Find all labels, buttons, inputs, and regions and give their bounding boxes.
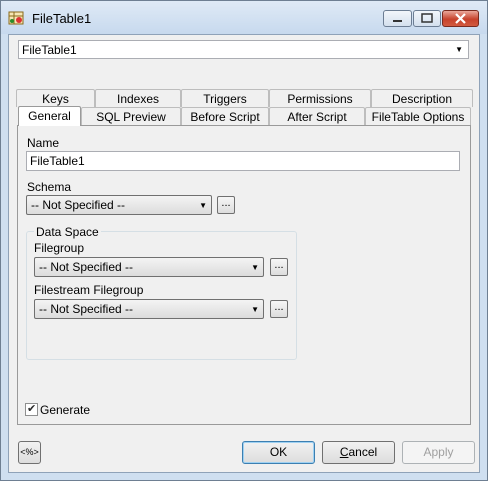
filestream-filegroup-dropdown-value: -- Not Specified -- xyxy=(39,302,134,316)
tab-label: General xyxy=(28,109,71,123)
window-title: FileTable1 xyxy=(32,11,92,26)
tab-before-script[interactable]: Before Script xyxy=(181,107,269,125)
apply-label: Apply xyxy=(423,445,454,459)
ok-label: OK xyxy=(269,445,288,459)
tab-description[interactable]: Description xyxy=(371,89,473,107)
table-app-icon xyxy=(8,11,24,25)
tab-label: Permissions xyxy=(287,92,353,106)
filestream-filegroup-dropdown[interactable]: -- Not Specified -- ▼ xyxy=(34,299,264,319)
tab-label: Indexes xyxy=(116,92,160,106)
tab-label: SQL Preview xyxy=(96,110,166,124)
tab-label: Description xyxy=(391,92,453,106)
tab-label: Keys xyxy=(42,92,69,106)
tab-label: FileTable Options xyxy=(371,110,465,124)
tab-label: Before Script xyxy=(190,110,260,124)
tab-permissions[interactable]: Permissions xyxy=(269,89,371,107)
filegroup-label: Filegroup xyxy=(34,241,85,255)
name-label: Name xyxy=(27,136,60,150)
tab-sql-preview[interactable]: SQL Preview xyxy=(81,107,181,125)
schema-label: Schema xyxy=(27,180,72,194)
filegroup-dropdown[interactable]: -- Not Specified -- ▼ xyxy=(34,257,264,277)
tab-general[interactable]: General xyxy=(18,106,81,126)
generate-label[interactable]: Generate xyxy=(40,403,90,417)
ellipsis-label: ... xyxy=(221,197,231,209)
code-icon: <%> xyxy=(20,447,39,457)
schema-dropdown-value: -- Not Specified -- xyxy=(31,198,126,212)
chevron-down-icon: ▼ xyxy=(199,201,207,210)
ellipsis-label: ... xyxy=(274,301,284,313)
name-field-value: FileTable1 xyxy=(30,154,85,168)
apply-button[interactable]: Apply xyxy=(402,441,475,464)
minimize-icon xyxy=(393,20,402,22)
checkmark-icon: ✔ xyxy=(27,403,37,415)
filegroup-dropdown-value: -- Not Specified -- xyxy=(39,260,134,274)
name-field[interactable]: FileTable1 xyxy=(26,151,460,171)
maximize-button[interactable] xyxy=(413,10,441,27)
filestream-filegroup-label: Filestream Filegroup xyxy=(34,283,144,297)
title-bar[interactable]: FileTable1 xyxy=(1,1,487,34)
ellipsis-label: ... xyxy=(274,259,284,271)
data-space-title: Data Space xyxy=(34,225,101,239)
cancel-button[interactable]: Cancel xyxy=(322,441,395,464)
filestream-filegroup-browse-button[interactable]: ... xyxy=(270,300,288,318)
maximize-icon xyxy=(421,13,433,23)
chevron-down-icon: ▼ xyxy=(251,305,259,314)
close-icon xyxy=(455,13,466,24)
tab-filetable-options[interactable]: FileTable Options xyxy=(365,107,471,125)
dialog-body: FileTable1 ▼ Keys Indexes Triggers Permi… xyxy=(8,34,480,473)
tab-after-script[interactable]: After Script xyxy=(269,107,365,125)
tab-triggers[interactable]: Triggers xyxy=(181,89,269,107)
tab-keys[interactable]: Keys xyxy=(16,89,95,107)
schema-dropdown[interactable]: -- Not Specified -- ▼ xyxy=(26,195,212,215)
tab-label: Triggers xyxy=(203,92,247,106)
script-code-button[interactable]: <%> xyxy=(18,441,41,464)
minimize-button[interactable] xyxy=(383,10,412,27)
object-selector-value: FileTable1 xyxy=(22,43,77,57)
tab-label: After Script xyxy=(287,110,347,124)
close-button[interactable] xyxy=(442,10,479,27)
chevron-down-icon: ▼ xyxy=(455,45,463,54)
ok-button[interactable]: OK xyxy=(242,441,315,464)
filegroup-browse-button[interactable]: ... xyxy=(270,258,288,276)
chevron-down-icon: ▼ xyxy=(251,263,259,272)
dialog-window: FileTable1 FileTable1 ▼ Keys Indexes Tri… xyxy=(0,0,488,481)
schema-browse-button[interactable]: ... xyxy=(217,196,235,214)
object-selector[interactable]: FileTable1 ▼ xyxy=(18,40,469,59)
cancel-label: ancel xyxy=(348,445,378,459)
tab-indexes[interactable]: Indexes xyxy=(95,89,181,107)
generate-checkbox[interactable]: ✔ xyxy=(25,403,38,416)
